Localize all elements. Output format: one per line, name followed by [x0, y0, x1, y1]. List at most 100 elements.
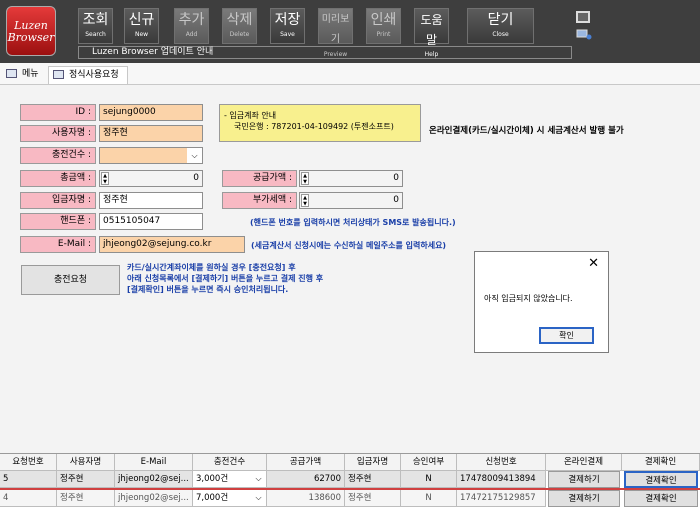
- tab-menu-label: 메뉴: [22, 69, 39, 79]
- new-button-sub: New: [134, 31, 149, 38]
- id-field[interactable]: sejung0000: [99, 104, 203, 121]
- supply-amount-value: 0: [393, 173, 399, 183]
- total-amount-value: 0: [193, 173, 199, 183]
- row-supply-amount: 138600: [267, 490, 345, 507]
- row-email: jhjeong02@sej...: [115, 490, 193, 507]
- col-depositor[interactable]: 입금자명: [345, 454, 401, 471]
- charge-note-line2: 아래 신청목록에서 [결제하기] 버튼을 누르고 결제 진행 후: [127, 274, 324, 283]
- row-charge-count: 3,000건: [196, 474, 229, 484]
- update-notice[interactable]: Luzen Browser 업데이트 안내: [78, 46, 572, 59]
- vat-amount-label: 부가세액 :: [222, 192, 297, 209]
- spinner-icon[interactable]: ▲ ▼: [101, 172, 109, 185]
- display-settings-icon[interactable]: [576, 29, 592, 40]
- deposit-info-title: - 입금계좌 안내: [224, 111, 277, 120]
- preview-button[interactable]: 미리보기 Preview: [318, 8, 353, 58]
- spinner-icon[interactable]: ▲ ▼: [301, 172, 309, 185]
- col-charge-count[interactable]: 충전건수: [193, 454, 267, 471]
- save-button[interactable]: 저장 Save: [270, 8, 305, 44]
- save-button-label: 저장: [274, 12, 301, 28]
- col-application-no[interactable]: 신청번호: [457, 454, 546, 471]
- tab-official-request[interactable]: 정식사용요청: [48, 66, 128, 84]
- row-depositor: 정주현: [345, 471, 401, 488]
- confirm-payment-button[interactable]: 결제확인: [624, 490, 698, 507]
- row-application-no: 17478009413894: [457, 471, 546, 488]
- row-request-no: 5: [0, 471, 57, 488]
- row-supply-amount: 62700: [267, 471, 345, 488]
- print-button-sub: Print: [376, 31, 391, 38]
- charge-note-line1: 카드/실시간계좌이체를 원하실 경우 [충전요청] 후: [127, 263, 296, 272]
- search-button-sub: Search: [85, 31, 106, 38]
- table-row[interactable]: 5 정주현 jhjeong02@sej... 3,000건 ⌵ 62700 정주…: [0, 471, 700, 488]
- ok-button[interactable]: 확인: [539, 327, 594, 344]
- alert-dialog: ✕ 아직 입금되지 않았습니다. 확인: [474, 251, 609, 353]
- email-field[interactable]: jhjeong02@sejung.co.kr: [99, 236, 245, 253]
- depositor-label: 입금자명 :: [20, 192, 96, 209]
- col-online-payment[interactable]: 온라인결제: [546, 454, 622, 471]
- col-payment-confirm[interactable]: 결제확인: [622, 454, 700, 471]
- total-amount-label: 총금액 :: [20, 170, 96, 187]
- print-button-label: 인쇄: [370, 12, 397, 28]
- row-application-no: 17472175129857: [457, 490, 546, 507]
- dialog-message: 아직 입금되지 않았습니다.: [484, 294, 573, 303]
- depositor-field[interactable]: 정주현: [99, 192, 203, 209]
- help-button[interactable]: 도움말 Help: [414, 8, 449, 58]
- close-button-sub: Close: [492, 31, 509, 38]
- col-user-name[interactable]: 사용자명: [57, 454, 115, 471]
- total-amount-field[interactable]: ▲ ▼ 0: [99, 170, 203, 187]
- chevron-down-icon[interactable]: ⌵: [251, 471, 266, 486]
- request-list-grid: 요청번호 사용자명 E-Mail 충전건수 공급가액 입금자명 승인여부 신청번…: [0, 453, 700, 507]
- charge-count-select[interactable]: ⌵: [99, 147, 203, 164]
- tab-menu[interactable]: 메뉴: [2, 66, 46, 84]
- add-button[interactable]: 추가 Add: [174, 8, 209, 44]
- row-depositor: 정주현: [345, 490, 401, 507]
- add-button-label: 추가: [178, 12, 205, 28]
- supply-amount-field[interactable]: ▲ ▼ 0: [299, 170, 403, 187]
- col-approval[interactable]: 승인여부: [401, 454, 457, 471]
- deposit-account-info: - 입금계좌 안내 국민은행 : 787201-04-109492 (투젠소프트…: [219, 104, 421, 142]
- row-charge-count-select[interactable]: 7,000건 ⌵: [193, 490, 267, 507]
- row-user-name: 정주현: [57, 490, 115, 507]
- help-button-label: 도움말: [420, 13, 443, 47]
- col-supply-amount[interactable]: 공급가액: [267, 454, 345, 471]
- chevron-down-icon[interactable]: ⌵: [187, 148, 202, 163]
- preview-button-label: 미리보기: [321, 14, 350, 45]
- delete-button-label: 삭제: [226, 12, 253, 28]
- tab-official-request-label: 정식사용요청: [69, 70, 119, 80]
- tab-strip: 메뉴 정식사용요청: [0, 63, 700, 85]
- id-label: ID :: [20, 104, 96, 121]
- new-button-label: 신규: [128, 12, 155, 28]
- phone-note: (핸드폰 번호를 입력하시면 처리상태가 SMS로 발송됩니다.): [250, 218, 456, 227]
- row-charge-count: 7,000건: [196, 493, 229, 503]
- phone-field[interactable]: 0515105047: [99, 213, 203, 230]
- close-icon[interactable]: ✕: [588, 256, 599, 271]
- delete-button[interactable]: 삭제 Delete: [222, 8, 257, 44]
- confirm-payment-button[interactable]: 결제확인: [624, 471, 698, 488]
- col-email[interactable]: E-Mail: [115, 454, 193, 471]
- chevron-down-icon[interactable]: ⌵: [251, 490, 266, 505]
- email-label: E-Mail :: [20, 236, 96, 253]
- pay-button[interactable]: 결제하기: [548, 471, 620, 488]
- supply-amount-label: 공급가액 :: [222, 170, 297, 187]
- close-button-label: 닫기: [487, 12, 514, 28]
- add-button-sub: Add: [185, 31, 198, 38]
- pay-button[interactable]: 결제하기: [548, 490, 620, 507]
- row-charge-count-select[interactable]: 3,000건 ⌵: [193, 471, 267, 488]
- vat-amount-field[interactable]: ▲ ▼ 0: [299, 192, 403, 209]
- print-button[interactable]: 인쇄 Print: [366, 8, 401, 44]
- charge-instructions: 카드/실시간계좌이체를 원하실 경우 [충전요청] 후 아래 신청목록에서 [결…: [127, 262, 323, 295]
- charge-note-line3: [결제확인] 버튼을 누르면 즉시 승인처리됩니다.: [127, 285, 289, 294]
- monitor-icon[interactable]: [576, 11, 590, 23]
- main-toolbar: Luzen Browser 조회 Search 신규 New 추가 Add 삭제…: [0, 0, 700, 63]
- close-button[interactable]: 닫기 Close: [467, 8, 534, 44]
- vat-amount-value: 0: [393, 195, 399, 205]
- new-button[interactable]: 신규 New: [124, 8, 159, 44]
- search-button[interactable]: 조회 Search: [78, 8, 113, 44]
- row-email: jhjeong02@sej...: [115, 471, 193, 488]
- logo-line2: Browser: [7, 31, 55, 44]
- spinner-icon[interactable]: ▲ ▼: [301, 194, 309, 207]
- user-name-field[interactable]: 정주현: [99, 125, 203, 142]
- charge-request-button[interactable]: 충전요청: [21, 265, 120, 295]
- email-note: (세금계산서 신청시에는 수신하실 메일주소를 입력하세요): [251, 241, 447, 250]
- table-row[interactable]: 4 정주현 jhjeong02@sej... 7,000건 ⌵ 138600 정…: [0, 488, 700, 507]
- col-request-no[interactable]: 요청번호: [0, 454, 57, 471]
